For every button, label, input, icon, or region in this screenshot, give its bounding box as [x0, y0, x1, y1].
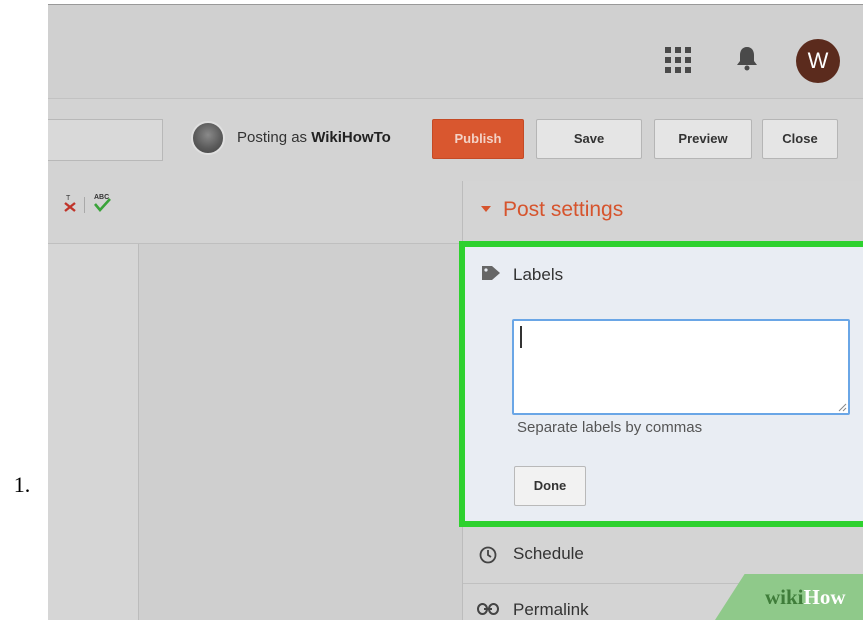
- svg-text:T: T: [66, 195, 71, 202]
- blogger-editor-screenshot: W Posting as WikiHowTo Publish Save Prev…: [48, 4, 863, 620]
- schedule-label: Schedule: [513, 544, 584, 563]
- post-settings-panel: Post settings Labels Separate labels by …: [459, 181, 863, 620]
- poster-avatar: [191, 121, 225, 155]
- editor-page[interactable]: [48, 244, 139, 620]
- apps-grid-icon[interactable]: [665, 47, 691, 73]
- tag-icon: [482, 266, 500, 280]
- post-settings-header[interactable]: Post settings: [463, 181, 863, 242]
- labels-hint: Separate labels by commas: [517, 419, 703, 436]
- posting-as-text: Posting as WikiHowTo: [237, 129, 391, 146]
- link-icon: [477, 603, 499, 615]
- step-number: 1.: [13, 472, 31, 497]
- remove-formatting-icon[interactable]: T: [62, 193, 78, 213]
- post-settings-title: Post settings: [503, 198, 624, 221]
- watermark-how: How: [803, 585, 846, 609]
- toolbar-divider: [84, 197, 85, 213]
- publish-button[interactable]: Publish: [432, 119, 524, 159]
- caret-down-icon: [481, 206, 491, 212]
- preview-button[interactable]: Preview: [654, 119, 752, 159]
- top-bar: W: [48, 4, 863, 99]
- watermark-wiki: wiki: [765, 585, 804, 609]
- resize-grip-icon[interactable]: [837, 402, 847, 412]
- post-title-input[interactable]: [48, 119, 163, 161]
- labels-section: Labels Separate labels by commas Done: [459, 241, 863, 527]
- permalink-label: Permalink: [513, 600, 589, 619]
- posting-user: WikiHowTo: [311, 129, 391, 146]
- labels-heading: Labels: [513, 265, 564, 284]
- text-cursor: [520, 326, 522, 348]
- spellcheck-icon[interactable]: ABC: [92, 191, 112, 213]
- formatting-toolbar: T ABC: [48, 181, 462, 244]
- post-toolbar: Posting as WikiHowTo Publish Save Previe…: [48, 98, 863, 182]
- bell-icon[interactable]: [736, 45, 758, 71]
- user-avatar[interactable]: W: [796, 39, 840, 83]
- done-button[interactable]: Done: [514, 466, 586, 506]
- labels-input[interactable]: [512, 319, 850, 415]
- save-button[interactable]: Save: [536, 119, 642, 159]
- close-button[interactable]: Close: [762, 119, 838, 159]
- svg-text:ABC: ABC: [94, 194, 109, 201]
- clock-icon: [479, 546, 497, 564]
